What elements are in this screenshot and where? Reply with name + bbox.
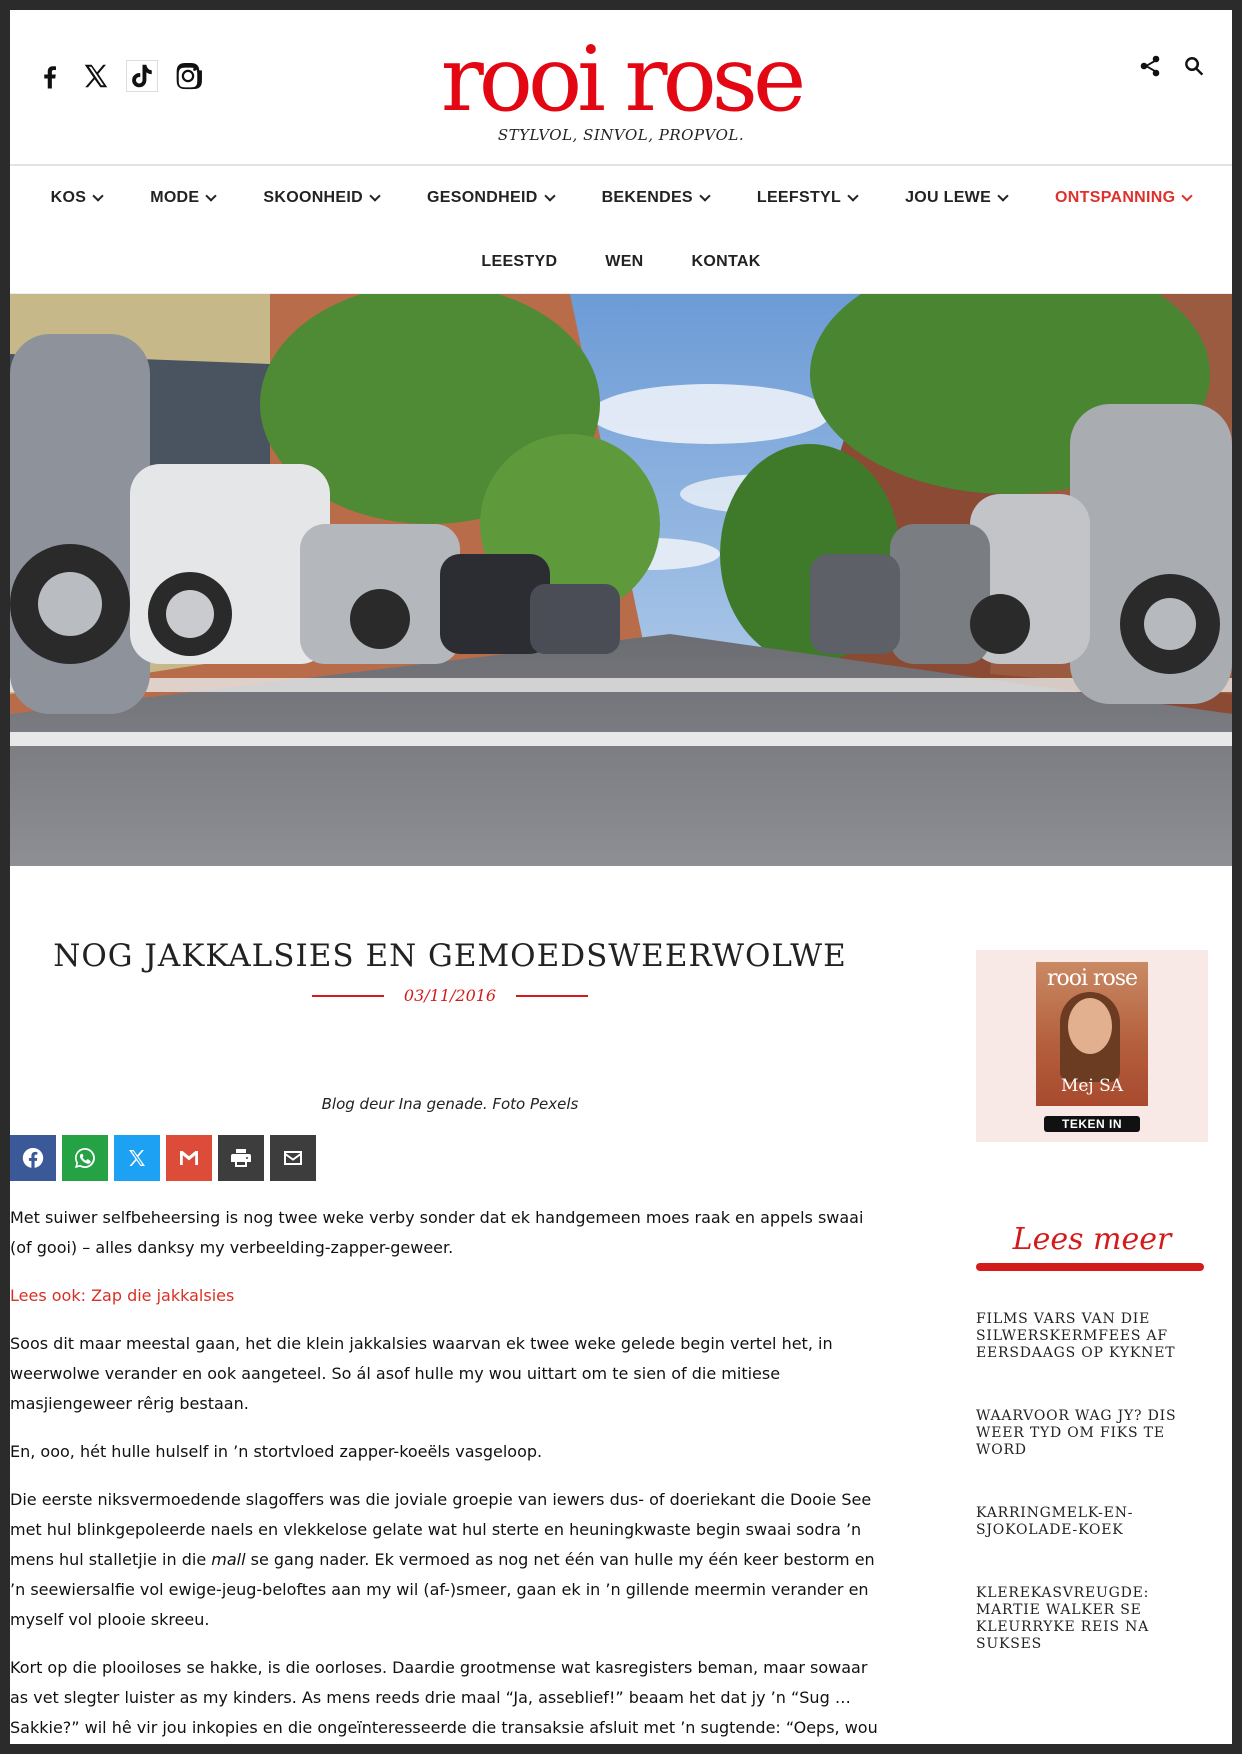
nav-label: KONTAK [691,253,761,270]
heading-underline [976,1263,1204,1271]
nav-row-2: LEESTYD WEN KONTAK [10,230,1232,294]
paragraph: En, ooo, hét hulle hulself in ’n stortvl… [10,1442,543,1461]
nav-label: KOS [50,189,87,206]
hero-image [10,294,1232,866]
email-icon [284,1151,302,1165]
header-tools [1138,54,1206,82]
image-caption: Blog deur Ina genade. Foto Pexels [321,1095,579,1113]
emphasis-text: mall [211,1550,246,1569]
chevron-down-icon [369,190,381,202]
chevron-down-icon [92,190,104,202]
chevron-down-icon [997,190,1009,202]
sidebar: rooi rose Mej SA TEKEN IN Lees meer FILM… [976,950,1208,1699]
site-logo[interactable]: rooi rose STYLVOL, SINVOL, PROPVOL. [10,35,1232,145]
share-buttons [10,1135,890,1181]
nav-label: ONTSPANNING [1055,189,1176,206]
cover-logo: rooi rose [1046,966,1138,991]
nav-item-gesondheid[interactable]: GESONDHEID [403,189,578,207]
nav-item-wen[interactable]: WEN [581,253,667,271]
cover-photo [1068,998,1112,1054]
x-icon [129,1150,145,1166]
related-article-link[interactable]: KLEREKASVREUGDE: MARTIE WALKER SE KLEURR… [976,1585,1208,1653]
paragraph: Kort op die plooiloses se hakke, is die … [10,1658,878,1737]
share-icon[interactable] [1138,54,1162,82]
nav-item-kos[interactable]: KOS [27,189,127,207]
related-article-link[interactable]: KARRINGMELK-EN-SJOKOLADE-KOEK [976,1505,1208,1539]
nav-item-jou-lewe[interactable]: JOU LEWE [881,189,1031,207]
paragraph: Die eerste niksvermoedende slagoffers wa… [10,1485,890,1635]
facebook-share-button[interactable] [10,1135,56,1181]
nav-item-skoonheid[interactable]: SKOONHEID [239,189,403,207]
facebook-icon [22,1147,44,1168]
chevron-down-icon [205,190,218,202]
subscribe-button[interactable]: TEKEN IN [1044,1116,1140,1132]
paragraph: Soos dit maar meestal gaan, het die klei… [10,1334,833,1413]
paragraph: Met suiwer selfbeheersing is nog twee we… [10,1208,864,1257]
nav-label: LEESTYD [481,253,558,270]
main-nav: KOS MODE SKOONHEID GESONDHEID BEKENDES L… [10,166,1232,294]
magazine-subscribe-ad[interactable]: rooi rose Mej SA TEKEN IN [976,950,1208,1142]
nav-item-ontspanning[interactable]: ONTSPANNING [1031,189,1215,207]
nav-item-bekendes[interactable]: BEKENDES [578,189,733,207]
nav-item-mode[interactable]: MODE [126,189,239,207]
email-share-button[interactable] [270,1135,316,1181]
nav-label: BEKENDES [601,189,693,206]
divider [311,994,384,997]
chevron-down-icon [847,190,859,202]
whatsapp-icon [75,1148,95,1168]
nav-item-leestyd[interactable]: LEESTYD [457,253,581,271]
related-article-link[interactable]: FILMS VARS VAN DIE SILWERSKERMFEES AF EE… [976,1311,1208,1362]
whatsapp-share-button[interactable] [62,1135,108,1181]
page: rooi rose STYLVOL, SINVOL, PROPVOL. KOS … [10,10,1232,1744]
article-body: Met suiwer selfbeheersing is nog twee we… [10,1203,890,1743]
nav-label: SKOONHEID [263,189,363,206]
article-title: NOG JAKKALSIES EN GEMOEDSWEERWOLWE [53,938,847,974]
nav-label: JOU LEWE [905,189,992,206]
article-date: 03/11/2016 [403,986,497,1005]
nav-item-leefstyl[interactable]: LEEFSTYL [733,189,881,207]
chevron-down-icon [1181,190,1194,202]
lees-meer-heading: Lees meer [1012,1222,1172,1257]
read-also-link[interactable]: Lees ook: Zap die jakkalsies [10,1286,234,1305]
nav-label: MODE [150,189,200,206]
article-main: NOG JAKKALSIES EN GEMOEDSWEERWOLWE 03/11… [10,878,890,1744]
gmail-share-button[interactable] [166,1135,212,1181]
chevron-down-icon [543,190,556,202]
nav-label: GESONDHEID [427,189,538,206]
nav-label: LEEFSTYL [756,189,842,206]
cover-headline: Mej SA [1060,1076,1124,1096]
chevron-down-icon [699,190,711,202]
magazine-cover: rooi rose Mej SA [1036,962,1148,1106]
logo-wordmark[interactable]: rooi rose [10,35,1232,125]
nav-row-1: KOS MODE SKOONHEID GESONDHEID BEKENDES L… [10,166,1232,230]
gmail-icon [180,1151,198,1165]
article-dateline: 03/11/2016 [10,986,890,1005]
print-icon [231,1149,251,1167]
site-header: rooi rose STYLVOL, SINVOL, PROPVOL. [10,10,1232,166]
logo-tagline: STYLVOL, SINVOL, PROPVOL. [497,126,745,144]
print-button[interactable] [218,1135,264,1181]
related-articles: FILMS VARS VAN DIE SILWERSKERMFEES AF EE… [976,1311,1208,1653]
search-icon[interactable] [1182,54,1206,82]
x-share-button[interactable] [114,1135,160,1181]
nav-label: WEN [605,253,644,270]
divider [516,994,589,997]
related-article-link[interactable]: WAARVOOR WAG JY? DIS WEER TYD OM FIKS TE… [976,1408,1208,1459]
nav-item-kontak[interactable]: KONTAK [668,253,785,271]
